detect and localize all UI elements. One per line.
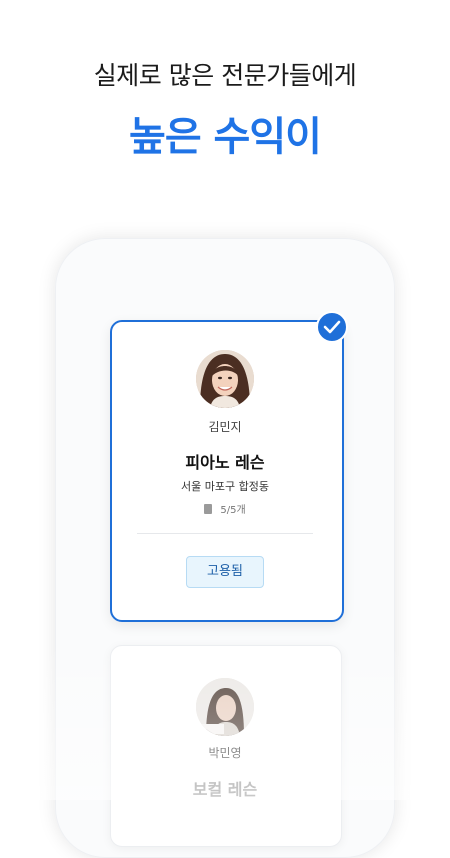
- check-circle-icon: [316, 311, 348, 343]
- expert-name: 박민영: [208, 746, 242, 760]
- expert-name: 김민지: [208, 420, 242, 434]
- location: 서울 마포구 합정동: [181, 480, 269, 493]
- lesson-title: 보컬 레슨: [192, 780, 258, 799]
- hired-button[interactable]: 고용됨: [186, 556, 264, 588]
- headline: 높은 수익이: [129, 114, 322, 160]
- quota-count-label: 5/5개: [220, 505, 246, 516]
- divider: [137, 533, 313, 534]
- quota-count: 5/5개: [110, 501, 340, 516]
- lesson-title: 피아노 레슨: [185, 453, 265, 472]
- avatar: [196, 678, 254, 736]
- subtitle: 실제로 많은 전문가들에게: [93, 61, 357, 90]
- avatar: [196, 350, 254, 408]
- document-icon: [204, 504, 213, 514]
